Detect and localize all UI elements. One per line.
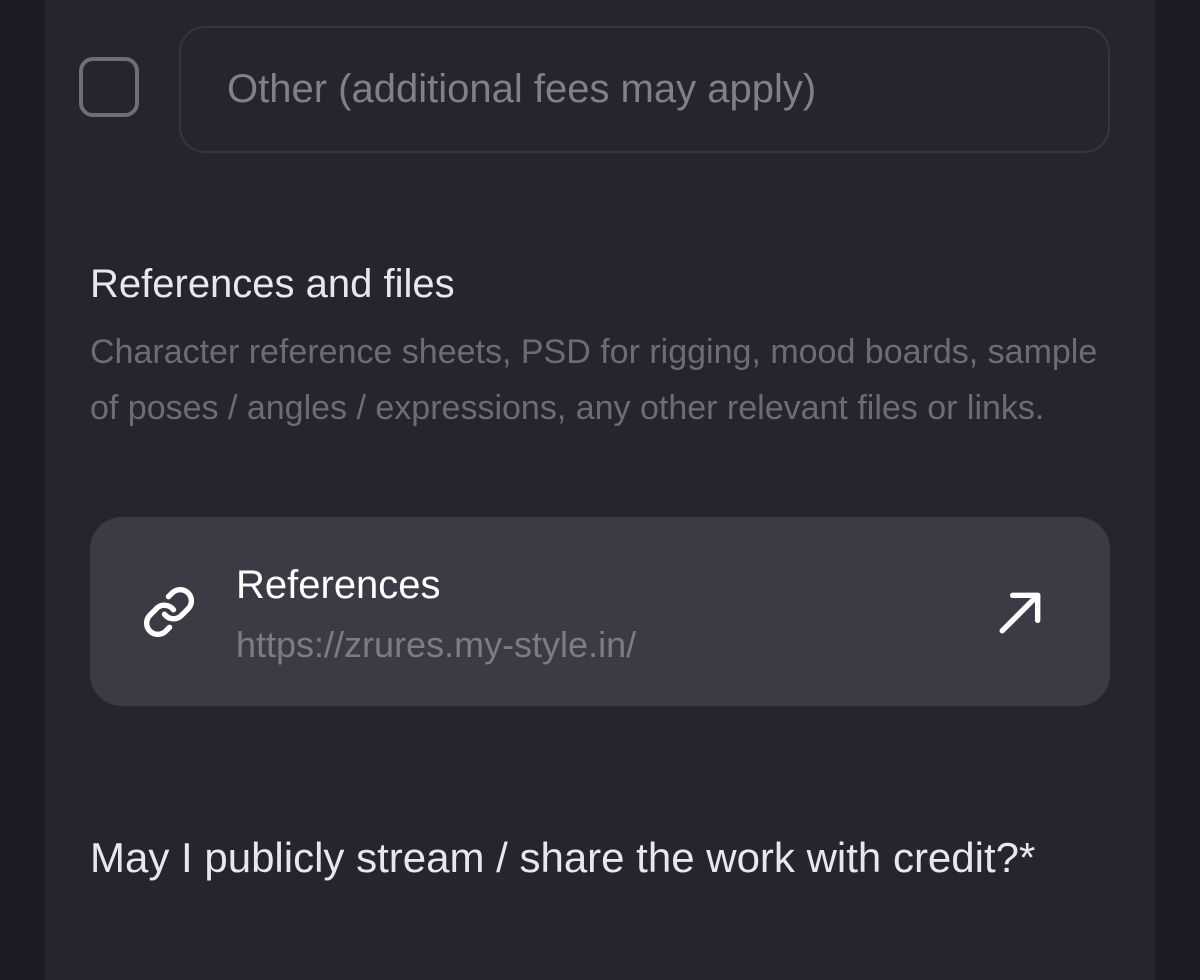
reference-link-title: References <box>236 563 441 607</box>
references-section-heading: References and files <box>90 262 455 306</box>
reference-link-url: https://zrures.my-style.in/ <box>236 624 637 665</box>
references-section-description: Character reference sheets, PSD for rigg… <box>90 333 1098 427</box>
other-option-checkbox[interactable] <box>79 57 139 117</box>
other-option-input[interactable] <box>179 26 1110 153</box>
arrow-up-right-icon[interactable] <box>996 587 1046 637</box>
reference-link-card[interactable]: References https://zrures.my-style.in/ <box>90 517 1110 706</box>
link-icon <box>143 586 195 638</box>
stream-permission-question: May I publicly stream / share the work w… <box>90 834 1036 881</box>
